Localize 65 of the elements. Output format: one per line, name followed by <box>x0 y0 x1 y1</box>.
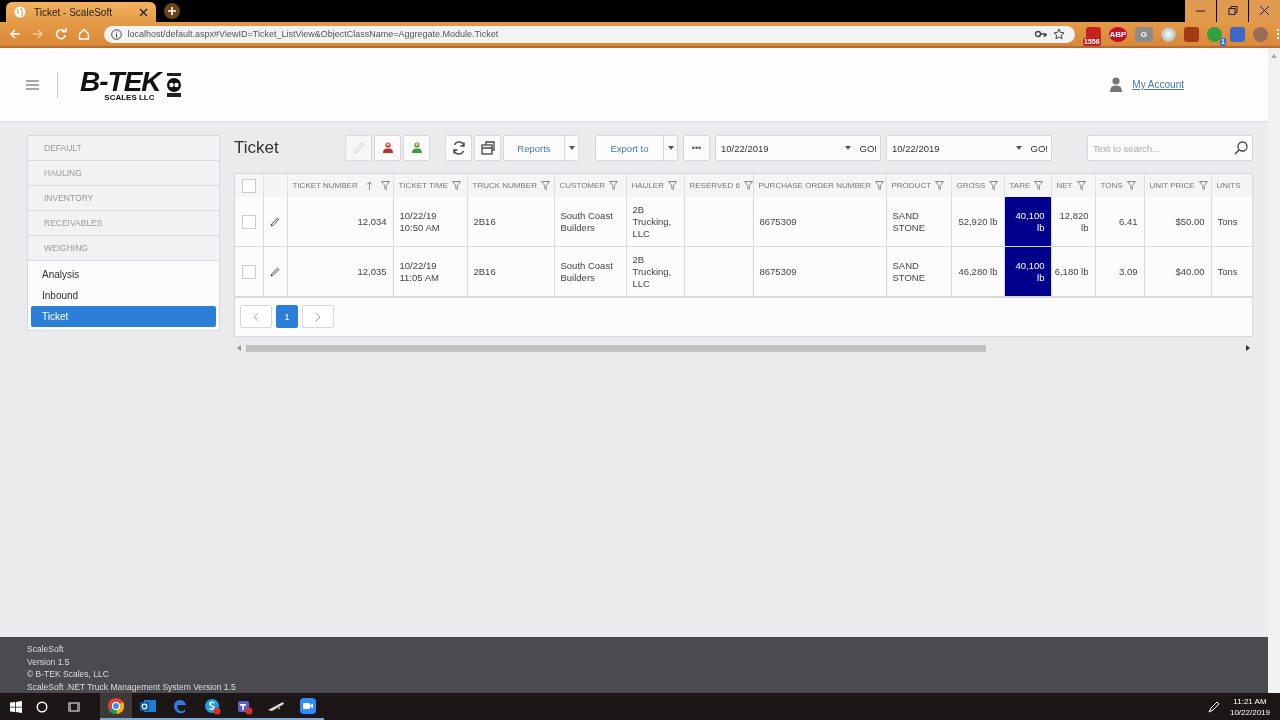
table-cell: SAND STONE <box>886 197 951 247</box>
column-header[interactable]: UNITS <box>1211 174 1252 197</box>
url-text: localhost/default.aspx#ViewID=Ticket_ListView&ObjectClassName=Aggregate.Module.Ticket <box>127 29 499 39</box>
table-cell: 40,100 lb <box>1004 246 1051 297</box>
table-cell: 8675309 <box>753 246 886 297</box>
footer-text: ScaleSoft .NET Truck Management System Version 1.5 <box>27 680 237 693</box>
nav-group[interactable]: DEFAULT <box>28 136 219 161</box>
table-cell: 10/22/19 10:50 AM <box>393 197 467 247</box>
table-cell: South Coast Builders <box>554 197 626 247</box>
column-header[interactable]: TARE <box>1004 174 1051 197</box>
browser-tab[interactable]: Ticket - ScaleSoft <box>6 2 156 22</box>
column-header[interactable]: TICKET TIME <box>393 174 467 197</box>
table-cell: 2B Trucking, LLC <box>626 246 684 297</box>
table-cell: 8675309 <box>753 197 886 247</box>
search-field[interactable]: Text to search... <box>1087 135 1253 161</box>
column-header[interactable]: UNIT PRICE <box>1144 174 1211 197</box>
column-header[interactable]: TRUCK NUMBER <box>467 174 554 197</box>
column-header[interactable]: GROSS <box>951 174 1004 197</box>
column-header[interactable]: NET <box>1051 174 1095 197</box>
extension-icon[interactable]: ABP <box>1109 26 1127 42</box>
tab-title: Ticket - ScaleSoft <box>34 6 113 18</box>
table-cell: Tons <box>1211 197 1252 247</box>
nav-item[interactable]: Ticket <box>31 306 216 327</box>
column-header[interactable]: HAULER <box>626 174 684 197</box>
system-clock[interactable]: 11:21 AM 10/22/2019 <box>1229 695 1280 718</box>
column-header[interactable]: CUSTOMER <box>554 174 626 197</box>
table-cell: 6,180 lb <box>1051 246 1095 297</box>
table-cell: 3.09 <box>1095 246 1144 297</box>
table-cell: 12,820 lb <box>1051 197 1095 247</box>
nav-group[interactable]: RECEIVABLES <box>28 211 219 236</box>
account-link[interactable]: My Account <box>1132 79 1184 90</box>
nav-group[interactable]: INVENTORY <box>28 186 219 211</box>
table-cell: $40.00 <box>1144 246 1211 297</box>
table-cell: 10/22/19 11:05 AM <box>393 246 467 297</box>
table-cell: 2B16 <box>467 246 554 297</box>
nav-group[interactable]: WEIGHING <box>28 236 219 261</box>
logo: B-TEK SCALES LLC <box>80 67 183 102</box>
table-cell: Tons <box>1211 246 1252 297</box>
table-cell: 12,035 <box>287 246 393 297</box>
column-header[interactable]: TONS <box>1095 174 1144 197</box>
table-cell: South Coast Builders <box>554 246 626 297</box>
table-cell: 40,100 lb <box>1004 197 1051 247</box>
table-cell: 6.41 <box>1095 197 1144 247</box>
column-header[interactable]: TICKET NUMBER <box>287 174 393 197</box>
table-cell: SAND STONE <box>886 246 951 297</box>
column-header[interactable]: PRODUCT <box>886 174 951 197</box>
page-button[interactable]: 1 <box>276 305 298 328</box>
address-field[interactable]: localhost/default.aspx#ViewID=Ticket_ListView&ObjectClassName=Aggregate.Module.Ticket <box>103 25 1075 43</box>
table-cell: 2B16 <box>467 197 554 247</box>
table-cell: $50.00 <box>1144 197 1211 247</box>
view-title: Ticket <box>234 138 280 158</box>
column-header[interactable]: RESERVED 6 <box>684 174 753 197</box>
split-button[interactable]: Reports <box>503 135 565 161</box>
nav-group[interactable]: HAULING <box>28 161 219 186</box>
split-button[interactable]: Export to <box>595 135 664 161</box>
footer-text: Version 1.5 <box>27 655 71 668</box>
nav-item[interactable]: Analysis <box>31 264 216 285</box>
table-cell: 12,034 <box>287 197 393 247</box>
nav-item[interactable]: Inbound <box>31 285 216 306</box>
extension-icon[interactable]: G <box>1135 26 1153 42</box>
footer-text: © B-TEK Scales, LLC <box>27 668 110 681</box>
more-button[interactable]: ••• <box>683 135 710 161</box>
table-cell: 2B Trucking, LLC <box>626 197 684 247</box>
column-header[interactable]: PURCHASE ORDER NUMBER <box>753 174 886 197</box>
footer-text: ScaleSoft <box>27 643 65 656</box>
